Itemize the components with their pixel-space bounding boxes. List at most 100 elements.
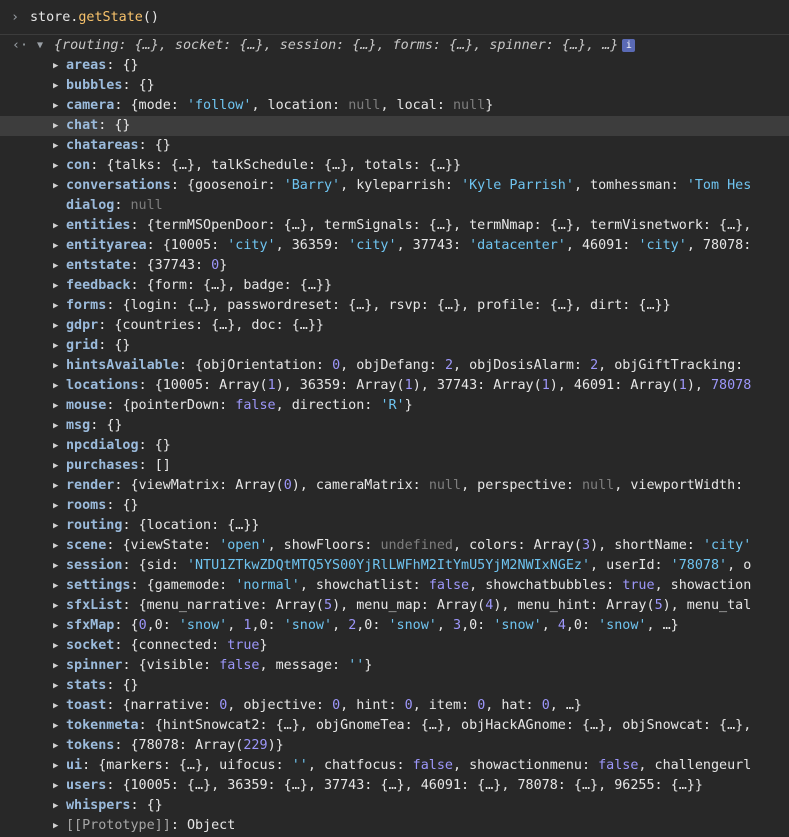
- expand-triangle-icon[interactable]: ▶: [53, 776, 58, 796]
- expand-triangle-icon[interactable]: ▶: [53, 116, 58, 136]
- expand-triangle-icon[interactable]: ▶: [53, 76, 58, 96]
- expand-triangle-icon[interactable]: ▶: [53, 696, 58, 716]
- property-row-npcdialog[interactable]: ▶ npcdialog: {}: [0, 436, 789, 456]
- expand-triangle-icon[interactable]: ▶: [53, 216, 58, 236]
- expand-triangle-icon[interactable]: ▶: [53, 616, 58, 636]
- property-value: {visible: false, message: ''}: [138, 658, 373, 673]
- property-row-chat[interactable]: ▶ chat: {}: [0, 116, 789, 136]
- result-summary-row[interactable]: ‹· ▼ {routing: {…}, socket: {…}, session…: [0, 36, 789, 56]
- property-value: {hintSnowcat2: {…}, objGnomeTea: {…}, ob…: [154, 718, 752, 733]
- property-value: {}: [114, 338, 131, 353]
- property-row-sfxmap[interactable]: ▶ sfxMap: {0,0: 'snow', 1,0: 'snow', 2,0:…: [0, 616, 789, 636]
- property-row-msg[interactable]: ▶ msg: {}: [0, 416, 789, 436]
- expand-triangle-icon[interactable]: ▶: [53, 636, 58, 656]
- property-row-tokens[interactable]: ▶ tokens: {78078: Array(229)}: [0, 736, 789, 756]
- property-key: settings: [66, 578, 131, 593]
- expand-triangle-icon[interactable]: ▶: [53, 596, 58, 616]
- property-colon: :: [114, 618, 131, 633]
- expand-triangle-icon[interactable]: ▶: [53, 816, 58, 836]
- property-row-settings[interactable]: ▶ settings: {gamemode: 'normal', showchat…: [0, 576, 789, 596]
- expand-triangle-icon[interactable]: ▶: [53, 716, 58, 736]
- property-row-sfxlist[interactable]: ▶ sfxList: {menu_narrative: Array(5), men…: [0, 596, 789, 616]
- property-value: {viewMatrix: Array(0), cameraMatrix: nul…: [130, 478, 744, 493]
- expand-triangle-icon[interactable]: ▶: [53, 476, 58, 496]
- property-row-dialog[interactable]: dialog: null: [0, 196, 789, 216]
- expand-triangle-icon[interactable]: ▶: [53, 556, 58, 576]
- expand-triangle-icon[interactable]: ▶: [53, 536, 58, 556]
- property-row-mouse[interactable]: ▶ mouse: {pointerDown: false, direction: …: [0, 396, 789, 416]
- property-row-camera[interactable]: ▶ camera: {mode: 'follow', location: null…: [0, 96, 789, 116]
- info-icon[interactable]: i: [622, 38, 636, 52]
- property-row-socket[interactable]: ▶ socket: {connected: true}: [0, 636, 789, 656]
- property-key: hintsAvailable: [66, 358, 179, 373]
- expand-triangle-icon[interactable]: ▶: [53, 156, 58, 176]
- property-row-entities[interactable]: ▶ entities: {termMSOpenDoor: {…}, termSig…: [0, 216, 789, 236]
- property-colon: :: [114, 98, 131, 113]
- property-row-stats[interactable]: ▶ stats: {}: [0, 676, 789, 696]
- property-row-entstate[interactable]: ▶ entstate: {37743: 0}: [0, 256, 789, 276]
- expand-triangle-icon[interactable]: ▶: [53, 576, 58, 596]
- expand-triangle-icon[interactable]: ▶: [53, 56, 58, 76]
- collapse-triangle-icon[interactable]: ▼: [37, 36, 43, 56]
- expand-triangle-icon[interactable]: ▶: [53, 396, 58, 416]
- property-row-tokenmeta[interactable]: ▶ tokenmeta: {hintSnowcat2: {…}, objGnome…: [0, 716, 789, 736]
- expand-triangle-icon[interactable]: ▶: [53, 376, 58, 396]
- expand-triangle-icon[interactable]: ▶: [53, 136, 58, 156]
- expand-triangle-icon[interactable]: ▶: [53, 656, 58, 676]
- property-row-grid[interactable]: ▶ grid: {}: [0, 336, 789, 356]
- property-row-toast[interactable]: ▶ toast: {narrative: 0, objective: 0, hin…: [0, 696, 789, 716]
- property-row-routing[interactable]: ▶ routing: {location: {…}}: [0, 516, 789, 536]
- property-value: {location: {…}}: [138, 518, 260, 533]
- property-row-hintsavailable[interactable]: ▶ hintsAvailable: {objOrientation: 0, obj…: [0, 356, 789, 376]
- property-row-chatareas[interactable]: ▶ chatareas: {}: [0, 136, 789, 156]
- expand-triangle-icon[interactable]: ▶: [53, 336, 58, 356]
- property-row-whispers[interactable]: ▶ whispers: {}: [0, 796, 789, 816]
- property-row-bubbles[interactable]: ▶ bubbles: {}: [0, 76, 789, 96]
- property-row-scene[interactable]: ▶ scene: {viewState: 'open', showFloors: …: [0, 536, 789, 556]
- expand-triangle-icon[interactable]: ▶: [53, 96, 58, 116]
- property-colon: :: [138, 438, 155, 453]
- expand-triangle-icon[interactable]: ▶: [53, 416, 58, 436]
- property-row-entityarea[interactable]: ▶ entityarea: {10005: 'city', 36359: 'cit…: [0, 236, 789, 256]
- property-row-purchases[interactable]: ▶ purchases: []: [0, 456, 789, 476]
- property-value: {}: [122, 678, 139, 693]
- property-row-locations[interactable]: ▶ locations: {10005: Array(1), 36359: Arr…: [0, 376, 789, 396]
- expand-triangle-icon[interactable]: ▶: [53, 516, 58, 536]
- expand-triangle-icon[interactable]: ▶: [53, 456, 58, 476]
- property-row-render[interactable]: ▶ render: {viewMatrix: Array(0), cameraMa…: [0, 476, 789, 496]
- property-row-conversations[interactable]: ▶ conversations: {goosenoir: 'Barry', kyl…: [0, 176, 789, 196]
- expand-triangle-icon[interactable]: ▶: [53, 756, 58, 776]
- expand-triangle-icon[interactable]: ▶: [53, 796, 58, 816]
- property-key: camera: [66, 98, 115, 113]
- expand-triangle-icon[interactable]: ▶: [53, 236, 58, 256]
- property-row-prototype[interactable]: ▶ [[Prototype]]: Object: [0, 816, 789, 836]
- expand-triangle-icon[interactable]: ▶: [53, 436, 58, 456]
- property-row-feedback[interactable]: ▶ feedback: {form: {…}, badge: {…}}: [0, 276, 789, 296]
- property-row-users[interactable]: ▶ users: {10005: {…}, 36359: {…}, 37743: …: [0, 776, 789, 796]
- property-row-gdpr[interactable]: ▶ gdpr: {countries: {…}, doc: {…}}: [0, 316, 789, 336]
- property-row-ui[interactable]: ▶ ui: {markers: {…}, uifocus: '', chatfoc…: [0, 756, 789, 776]
- property-row-areas[interactable]: ▶ areas: {}: [0, 56, 789, 76]
- property-value: {}: [146, 798, 163, 813]
- property-key: tokens: [66, 738, 115, 753]
- expand-triangle-icon[interactable]: ▶: [53, 316, 58, 336]
- expand-triangle-icon[interactable]: ▶: [53, 296, 58, 316]
- property-row-session[interactable]: ▶ session: {sid: 'NTU1ZTkwZDQtMTQ5YS00YjR…: [0, 556, 789, 576]
- property-row-rooms[interactable]: ▶ rooms: {}: [0, 496, 789, 516]
- property-colon: :: [122, 518, 139, 533]
- expand-triangle-icon[interactable]: ▶: [53, 256, 58, 276]
- expand-triangle-icon[interactable]: ▶: [53, 276, 58, 296]
- expand-triangle-icon[interactable]: ▶: [53, 496, 58, 516]
- expand-triangle-icon[interactable]: ▶: [53, 736, 58, 756]
- property-row-forms[interactable]: ▶ forms: {login: {…}, passwordreset: {…},…: [0, 296, 789, 316]
- property-key: bubbles: [66, 78, 123, 93]
- property-row-con[interactable]: ▶ con: {talks: {…}, talkSchedule: {…}, to…: [0, 156, 789, 176]
- console-input-line[interactable]: › store. getState(): [0, 0, 789, 35]
- property-row-spinner[interactable]: ▶ spinner: {visible: false, message: ''}: [0, 656, 789, 676]
- expand-triangle-icon[interactable]: ▶: [53, 176, 58, 196]
- property-key: ui: [66, 758, 83, 773]
- expand-triangle-icon[interactable]: ▶: [53, 356, 58, 376]
- expand-triangle-icon[interactable]: ▶: [53, 676, 58, 696]
- property-key: [[Prototype]]: [66, 818, 171, 833]
- property-value: {10005: {…}, 36359: {…}, 37743: {…}, 460…: [122, 778, 703, 793]
